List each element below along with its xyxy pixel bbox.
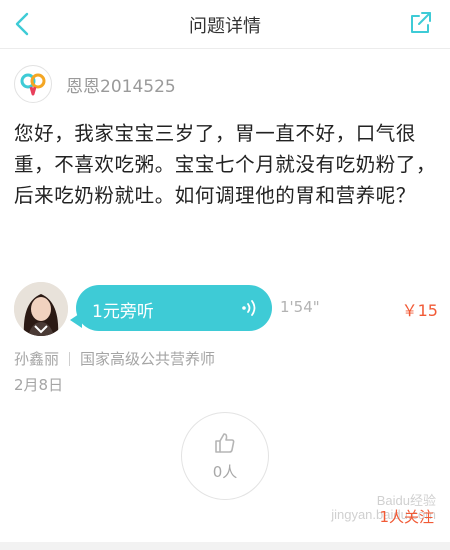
answer-row: 1元旁听 1'54" ￥15 xyxy=(14,282,438,338)
answer-date: 2月8日 xyxy=(14,376,64,394)
navigation-bar: 问题详情 xyxy=(0,0,450,49)
answer-price: ￥15 xyxy=(401,301,438,320)
listen-label: 1元旁听 xyxy=(92,302,154,322)
page-title: 问题详情 xyxy=(189,16,261,37)
bottom-bar xyxy=(0,542,450,550)
like-button[interactable]: 0人 xyxy=(181,412,269,500)
listen-button[interactable]: 1元旁听 xyxy=(76,285,272,331)
question-text: 您好，我家宝宝三岁了，胃一直不好，口气很重，不喜欢吃粥。宝宝七个月就没有吃奶粉了… xyxy=(14,122,437,207)
asker-name[interactable]: 恩恩2014525 xyxy=(66,72,176,97)
expert-name[interactable]: 孙鑫丽 xyxy=(14,348,59,369)
follow-count[interactable]: 1人关注 xyxy=(379,506,434,527)
thumbs-up-icon xyxy=(215,433,235,453)
like-count: 0人 xyxy=(212,463,238,481)
divider xyxy=(69,351,71,366)
audio-duration: 1'54" xyxy=(280,298,320,316)
app-logo-icon xyxy=(20,73,46,96)
expert-info: 孙鑫丽 国家高级公共营养师 xyxy=(14,348,215,369)
share-icon[interactable] xyxy=(408,10,434,36)
expert-title: 国家高级公共营养师 xyxy=(80,350,216,368)
expert-portrait xyxy=(14,282,68,336)
sound-wave-icon xyxy=(242,300,256,316)
asker-info: 恩恩2014525 xyxy=(14,64,176,104)
expert-avatar[interactable] xyxy=(14,282,68,336)
asker-avatar[interactable] xyxy=(14,65,52,103)
